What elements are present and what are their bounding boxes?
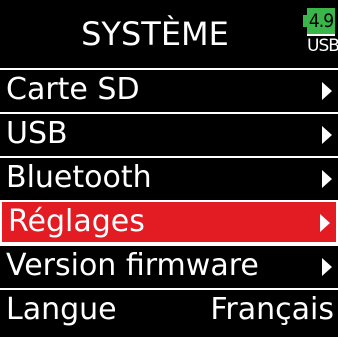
header-bar: SYSTÈME 4.9 USB [0,0,338,68]
menu-item-settings[interactable]: Réglages [0,200,338,244]
menu-item-label: Bluetooth [6,160,152,195]
chevron-right-icon [322,170,332,188]
menu-item-label: Carte SD [6,72,140,107]
menu-item-bluetooth[interactable]: Bluetooth [0,156,338,200]
menu-item-label: Version firmware [6,248,259,283]
chevron-right-icon [322,82,332,100]
chevron-right-icon [322,258,332,276]
page-title: SYSTÈME [81,15,229,53]
battery-voltage: 4.9 [308,10,334,32]
chevron-right-icon [320,214,330,232]
menu-item-label: USB [6,116,68,151]
battery-indicator: 4.9 USB [303,8,338,58]
language-value: Français [210,292,334,327]
menu-item-language[interactable]: Langue Français [0,288,338,332]
menu-item-label: Langue [6,292,117,327]
chevron-right-icon [322,126,332,144]
power-source-label: USB [307,36,338,56]
menu-item-usb[interactable]: USB [0,112,338,156]
menu-item-sd-card[interactable]: Carte SD [0,68,338,112]
menu-item-firmware-version[interactable]: Version firmware [0,244,338,288]
menu-item-label: Réglages [8,204,145,239]
